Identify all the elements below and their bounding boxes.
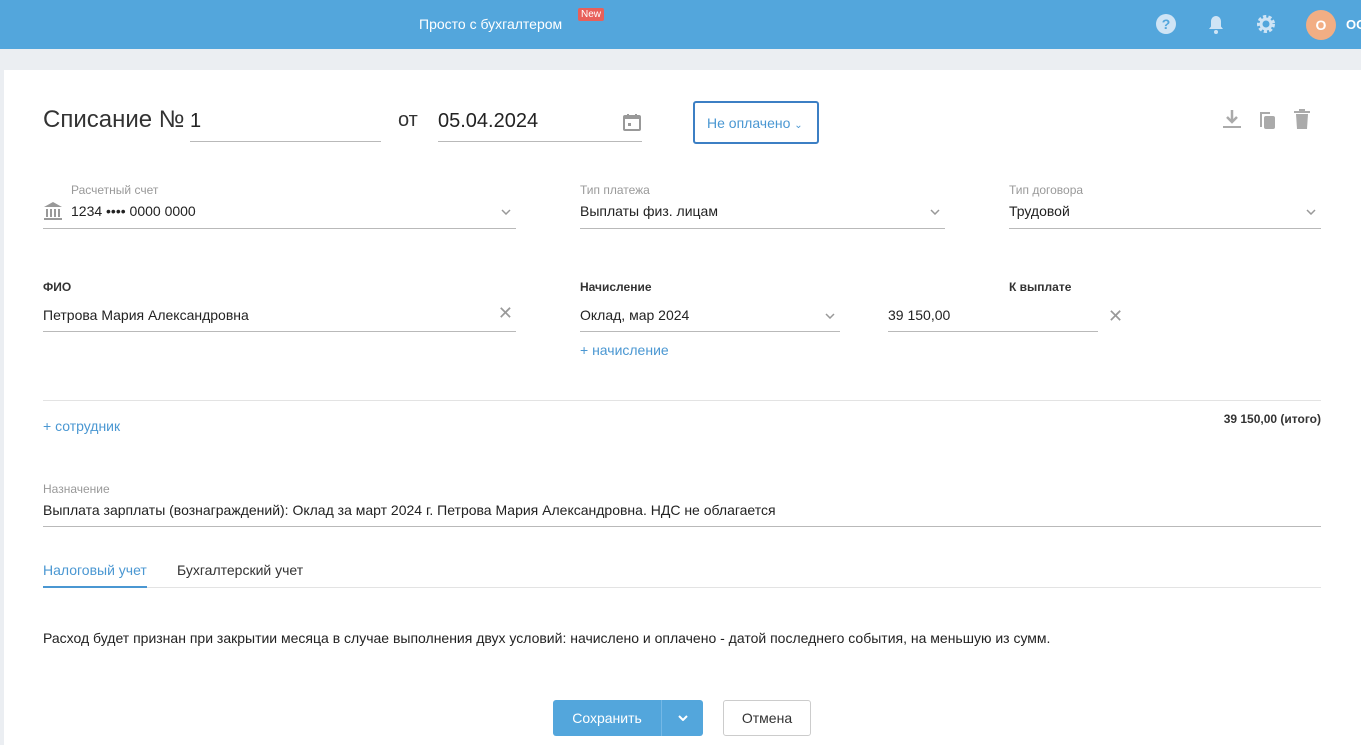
new-badge: New bbox=[578, 8, 605, 21]
payment-type-value: Выплаты физ. лицам bbox=[580, 203, 718, 219]
payout-value: 39 150,00 bbox=[888, 307, 951, 323]
number-input[interactable]: 1 bbox=[190, 106, 381, 142]
top-bar: Просто с бухгалтером New ? О ОО bbox=[0, 0, 1361, 49]
add-employee-link[interactable]: + сотрудник bbox=[43, 418, 120, 434]
fio-label: ФИО bbox=[43, 280, 72, 294]
download-icon[interactable] bbox=[1221, 108, 1243, 130]
contract-type-value: Трудовой bbox=[1009, 203, 1070, 219]
svg-text:?: ? bbox=[1162, 16, 1171, 32]
chevron-down-icon: ⌄ bbox=[794, 120, 803, 131]
bell-icon[interactable] bbox=[1205, 13, 1227, 35]
page-title: Списание № bbox=[43, 106, 185, 133]
payout-label: К выплате bbox=[1009, 280, 1072, 294]
tax-note: Расход будет признан при закрытии месяца… bbox=[43, 630, 1051, 646]
chevron-down-icon bbox=[678, 715, 688, 721]
accrual-select[interactable]: Оклад, мар 2024 bbox=[580, 302, 840, 332]
bank-icon bbox=[44, 202, 62, 220]
save-button[interactable]: Сохранить bbox=[553, 700, 661, 736]
user-name[interactable]: ОО bbox=[1346, 17, 1361, 32]
chevron-down-icon bbox=[501, 209, 511, 215]
tab-bookkeeping[interactable]: Бухгалтерский учет bbox=[177, 562, 303, 588]
clear-fio-icon[interactable]: ✕ bbox=[498, 303, 513, 324]
date-input[interactable]: 05.04.2024 bbox=[438, 106, 642, 142]
copy-icon[interactable] bbox=[1256, 108, 1278, 130]
payment-type-select[interactable]: Выплаты физ. лицам bbox=[580, 199, 945, 229]
tab-tax-accounting[interactable]: Налоговый учет bbox=[43, 562, 147, 588]
payout-input[interactable]: 39 150,00 bbox=[888, 302, 1098, 332]
status-dropdown[interactable]: Не оплачено ⌄ bbox=[693, 101, 819, 144]
divider bbox=[43, 400, 1321, 401]
gear-icon[interactable] bbox=[1255, 13, 1277, 35]
tab-label: Налоговый учет bbox=[43, 562, 147, 578]
delete-icon[interactable] bbox=[1291, 108, 1313, 130]
chevron-down-icon bbox=[1306, 209, 1316, 215]
calendar-icon[interactable] bbox=[622, 112, 642, 132]
tab-label: Бухгалтерский учет bbox=[177, 562, 304, 578]
accrual-label: Начисление bbox=[580, 280, 652, 294]
status-value: Не оплачено bbox=[707, 115, 791, 131]
account-value: 1234 •••• 0000 0000 bbox=[71, 203, 196, 219]
remove-accrual-icon[interactable]: ✕ bbox=[1108, 306, 1123, 327]
fio-value: Петрова Мария Александровна bbox=[43, 307, 249, 323]
brand-link[interactable]: Просто с бухгалтером bbox=[419, 16, 562, 32]
save-options-button[interactable] bbox=[661, 700, 703, 736]
from-label: от bbox=[398, 109, 418, 131]
account-label: Расчетный счет bbox=[71, 183, 159, 197]
save-button-group: Сохранить bbox=[553, 700, 703, 736]
add-accrual-link[interactable]: + начисление bbox=[580, 342, 669, 358]
accrual-value: Оклад, мар 2024 bbox=[580, 307, 690, 323]
cancel-button[interactable]: Отмена bbox=[723, 700, 811, 736]
fio-input[interactable]: Петрова Мария Александровна ✕ bbox=[43, 302, 516, 332]
number-value: 1 bbox=[190, 110, 202, 132]
contract-type-select[interactable]: Трудовой bbox=[1009, 199, 1321, 229]
chevron-down-icon bbox=[930, 209, 940, 215]
purpose-input[interactable]: Выплата зарплаты (вознаграждений): Оклад… bbox=[43, 498, 1321, 527]
purpose-value: Выплата зарплаты (вознаграждений): Оклад… bbox=[43, 502, 776, 518]
date-value: 05.04.2024 bbox=[438, 110, 539, 132]
chevron-down-icon bbox=[825, 313, 835, 319]
avatar[interactable]: О bbox=[1306, 10, 1336, 40]
help-icon[interactable]: ? bbox=[1155, 13, 1177, 35]
payment-type-label: Тип платежа bbox=[580, 183, 650, 197]
contract-type-label: Тип договора bbox=[1009, 183, 1084, 197]
purpose-label: Назначение bbox=[43, 482, 110, 496]
total-amount: 39 150,00 (итого) bbox=[1223, 412, 1321, 426]
account-select[interactable]: 1234 •••• 0000 0000 bbox=[43, 199, 516, 229]
